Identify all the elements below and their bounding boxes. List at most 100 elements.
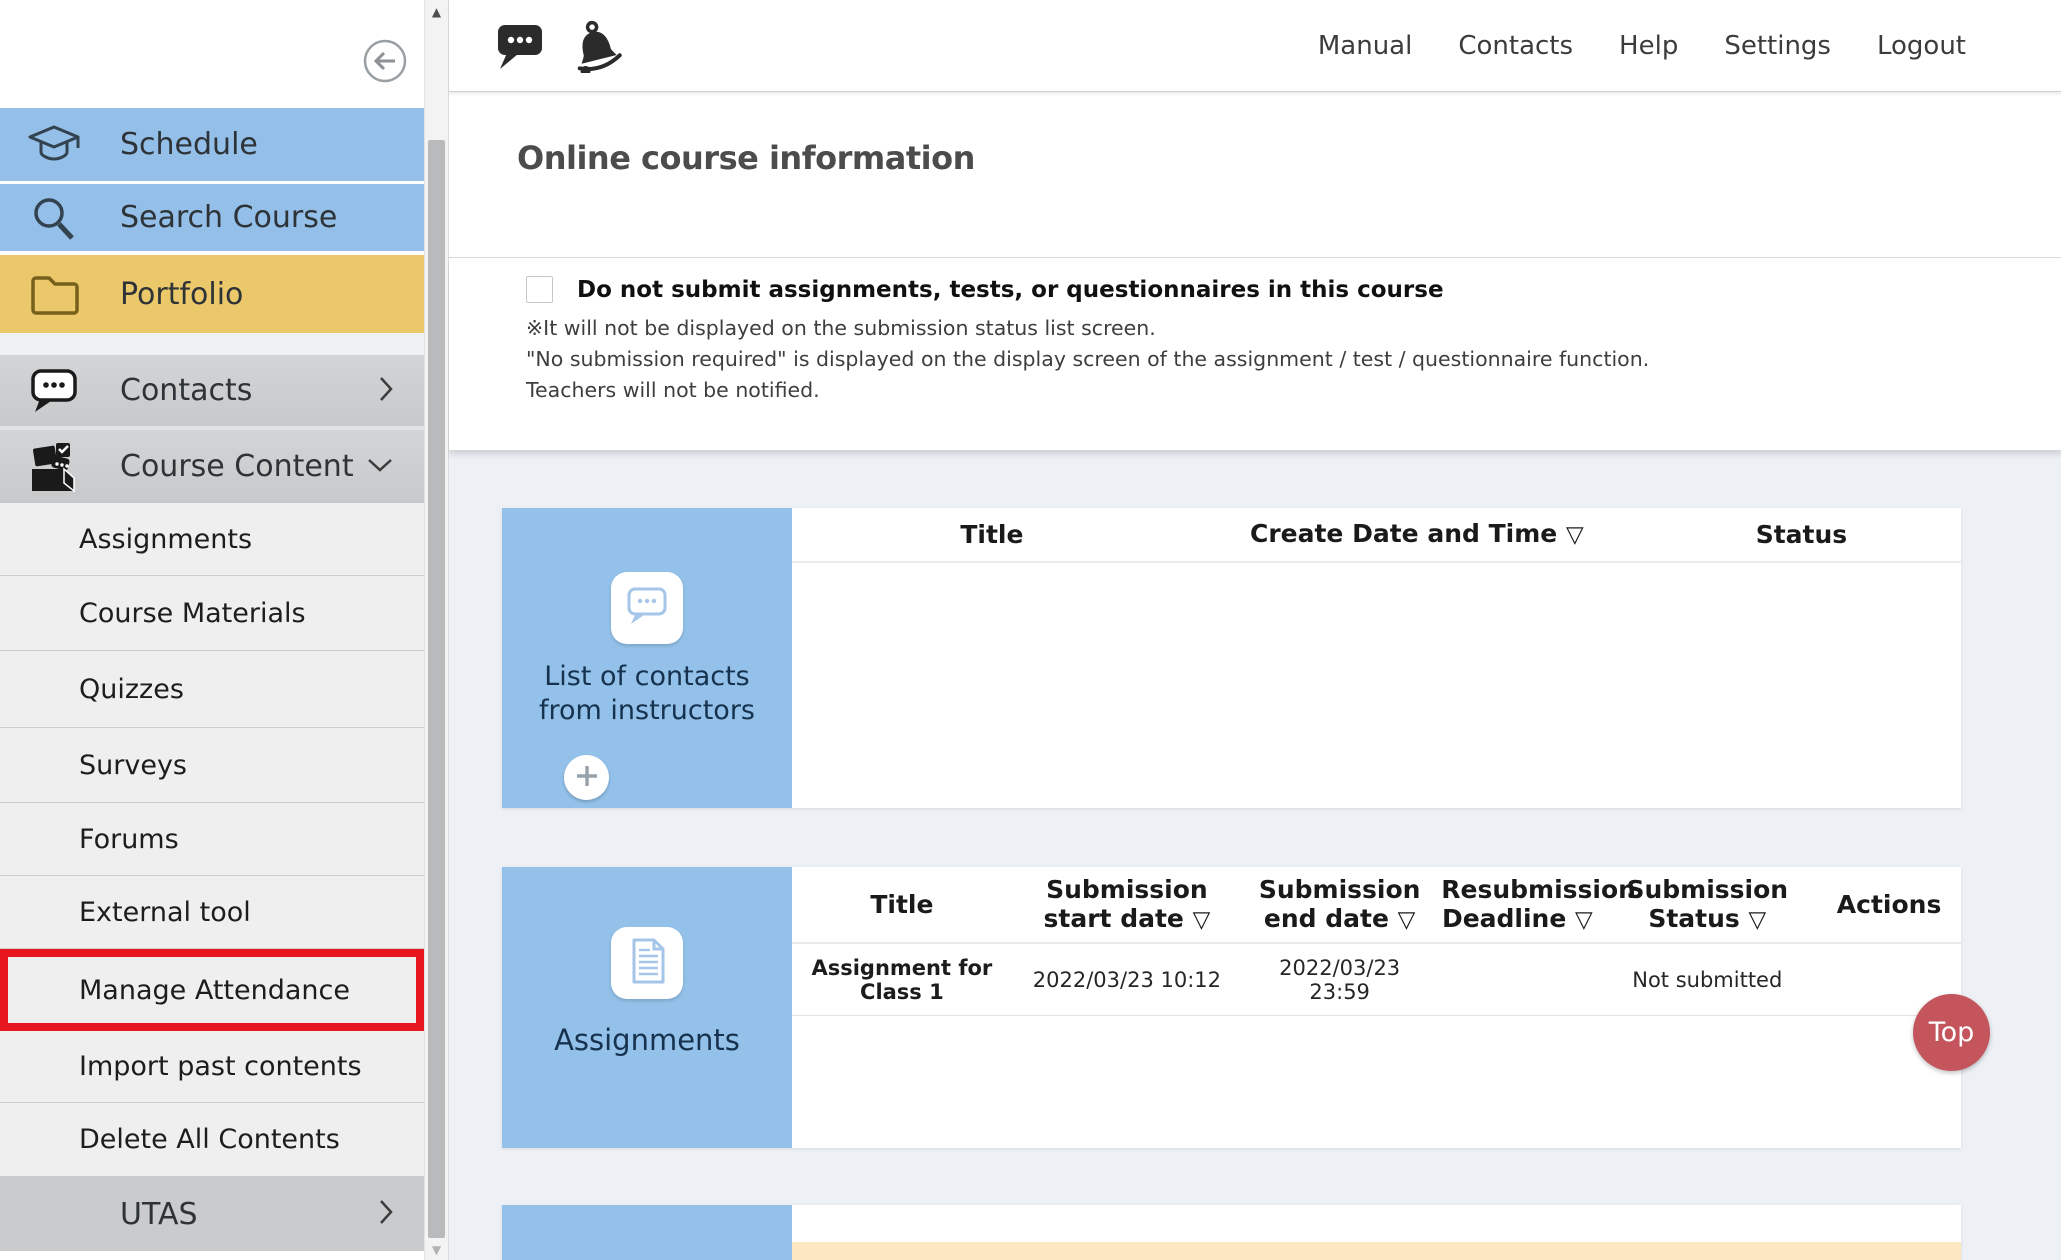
sidebar-item-portfolio[interactable]: Portfolio [0, 255, 424, 333]
assignment-submission-start: 2022/03/23 10:12 [1012, 968, 1242, 992]
contacts-table-header: Title Create Date and Time ▽ Status [792, 508, 1961, 563]
next-card-table [792, 1205, 1961, 1260]
sidebar-subitem-label: External tool [79, 897, 251, 928]
sidebar-divider [0, 333, 424, 355]
scrollbar-down-arrow[interactable]: ▼ [425, 1243, 448, 1257]
messages-icon[interactable] [495, 20, 545, 72]
column-header-title: Title [792, 520, 1192, 549]
sidebar-subitem-label: Assignments [79, 524, 252, 555]
column-header-resubmission-deadline: Resubmission Deadline ▽ [1437, 875, 1597, 935]
search-icon [26, 193, 82, 243]
folder-icon [26, 272, 82, 316]
sidebar-subitem-delete-all-contents[interactable]: Delete All Contents [0, 1103, 424, 1177]
chevron-right-icon [378, 1198, 394, 1230]
sidebar-subitem-label: Surveys [79, 750, 187, 781]
plus-icon [574, 763, 600, 793]
sort-icon[interactable]: ▽ [1566, 522, 1584, 548]
assignments-table: Title Submission start date ▽ Submission… [792, 867, 1961, 1148]
column-header-actions: Actions [1817, 890, 1961, 919]
sidebar-subitem-external-tool[interactable]: External tool [0, 876, 424, 949]
document-icon [624, 936, 670, 990]
sidebar-subitem-label: Course Materials [79, 598, 306, 629]
sidebar-item-contacts[interactable]: Contacts [0, 355, 424, 426]
sort-icon[interactable]: ▽ [1193, 907, 1211, 933]
sidebar-item-schedule[interactable]: Schedule [0, 108, 424, 184]
contacts-tile [611, 572, 683, 644]
top-button-label: Top [1929, 1017, 1975, 1048]
sidebar-item-search-course[interactable]: Search Course [0, 184, 424, 255]
graduation-cap-icon [26, 124, 82, 166]
nav-contacts[interactable]: Contacts [1458, 31, 1573, 61]
assignments-card-panel: Assignments [502, 867, 792, 1148]
scroll-to-top-button[interactable]: Top [1913, 994, 1990, 1071]
sort-icon[interactable]: ▽ [1575, 907, 1593, 933]
note-line: Teachers will not be notified. [526, 380, 1649, 401]
scrollbar-thumb[interactable] [428, 140, 445, 1238]
sidebar-item-label: Portfolio [120, 277, 243, 312]
top-nav: Manual Contacts Help Settings Logout [1318, 31, 1966, 61]
do-not-submit-checkbox[interactable] [526, 276, 553, 303]
nav-settings[interactable]: Settings [1724, 31, 1831, 61]
sidebar-subitem-manage-attendance-highlighted[interactable]: Manage Attendance [0, 949, 424, 1031]
assignment-submission-end: 2022/03/23 23:59 [1242, 956, 1437, 1004]
notifications-bell-icon[interactable] [567, 19, 623, 73]
page-header: Online course information [449, 92, 2061, 258]
course-content-box-icon [26, 441, 82, 493]
column-header-title: Title [792, 890, 1012, 919]
sidebar-item-utas[interactable]: UTAS [0, 1177, 424, 1251]
assignments-tile [611, 927, 683, 999]
assignment-title[interactable]: Assignment for Class 1 [792, 956, 1012, 1004]
sidebar-item-label: Course Content [120, 449, 354, 484]
collapse-sidebar-button[interactable] [362, 38, 408, 84]
sidebar-header [0, 0, 424, 108]
scrollbar-up-arrow[interactable]: ▲ [425, 5, 448, 19]
column-header-submission-status: Submission Status ▽ [1597, 875, 1817, 935]
chevron-right-icon [378, 375, 394, 407]
assignments-card: Assignments Title Submission start date … [502, 867, 1961, 1148]
do-not-submit-label: Do not submit assignments, tests, or que… [577, 277, 1444, 303]
main-area: Manual Contacts Help Settings Logout Onl… [448, 0, 2061, 1260]
nav-manual[interactable]: Manual [1318, 31, 1412, 61]
next-card-panel [502, 1205, 792, 1260]
sort-icon[interactable]: ▽ [1398, 907, 1416, 933]
contacts-from-instructors-card: List of contacts from instructors Title … [502, 508, 1961, 808]
sidebar-subitem-surveys[interactable]: Surveys [0, 728, 424, 803]
note-line: "No submission required" is displayed on… [526, 349, 1649, 370]
nav-logout[interactable]: Logout [1877, 31, 1966, 61]
sidebar-subitem-course-materials[interactable]: Course Materials [0, 576, 424, 651]
column-header-submission-start: Submission start date ▽ [1012, 875, 1242, 935]
option-notes: ※It will not be displayed on the submiss… [526, 318, 1649, 411]
sidebar-subitem-label: Forums [79, 824, 179, 855]
assignment-submission-status: Not submitted [1597, 968, 1817, 992]
column-header-status: Status [1642, 520, 1961, 549]
sidebar-item-label: Contacts [120, 373, 252, 408]
sidebar-subitem-label: Import past contents [79, 1051, 362, 1082]
assignment-row[interactable]: Assignment for Class 1 2022/03/23 10:12 … [792, 944, 1961, 1016]
sidebar-subitem-forums[interactable]: Forums [0, 803, 424, 876]
note-line: ※It will not be displayed on the submiss… [526, 318, 1649, 339]
nav-help[interactable]: Help [1619, 31, 1678, 61]
assignments-panel-label: Assignments [502, 1023, 792, 1057]
chevron-down-icon [366, 457, 394, 477]
add-contact-button[interactable] [564, 755, 609, 800]
sidebar-item-course-content[interactable]: Course Content [0, 430, 424, 503]
speech-bubble-icon [623, 583, 671, 633]
sort-icon[interactable]: ▽ [1749, 907, 1767, 933]
sidebar-item-label: Schedule [120, 127, 258, 162]
sidebar-item-label: UTAS [120, 1197, 198, 1232]
top-bar: Manual Contacts Help Settings Logout [449, 0, 2061, 92]
next-section-card-partial [502, 1205, 1961, 1260]
sidebar-subitem-import-past-contents[interactable]: Import past contents [0, 1031, 424, 1103]
sidebar-subitem-label: Quizzes [79, 674, 184, 705]
chat-bubble-icon [26, 366, 82, 416]
sidebar-subitem-label: Delete All Contents [79, 1124, 340, 1155]
assignments-table-header: Title Submission start date ▽ Submission… [792, 867, 1961, 944]
sidebar-subitem-quizzes[interactable]: Quizzes [0, 651, 424, 728]
no-submission-option-section: Do not submit assignments, tests, or que… [449, 258, 2061, 450]
sidebar-subitem-assignments[interactable]: Assignments [0, 503, 424, 576]
circle-back-arrow-icon [362, 69, 408, 88]
notice-row-partial [792, 1242, 1961, 1260]
sidebar-scrollbar[interactable]: ▲ ▼ [424, 0, 448, 1260]
contacts-card-panel: List of contacts from instructors [502, 508, 792, 808]
contacts-table: Title Create Date and Time ▽ Status [792, 508, 1961, 808]
